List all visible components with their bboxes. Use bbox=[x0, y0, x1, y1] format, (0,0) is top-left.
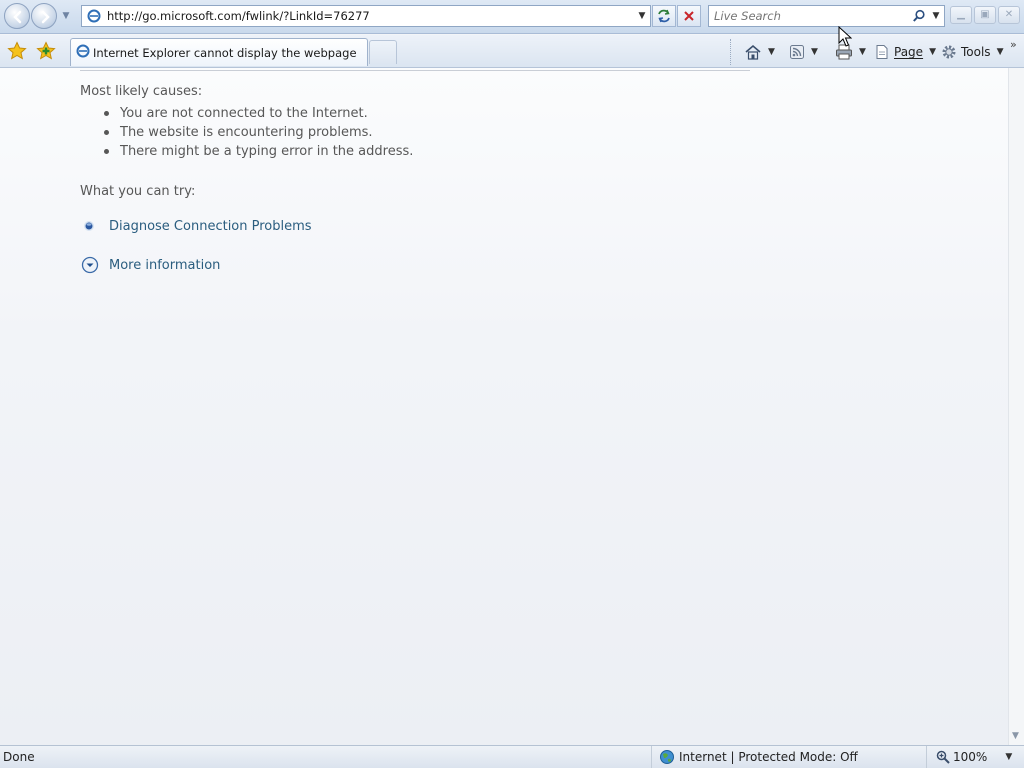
print-dropdown-icon[interactable]: ▼ bbox=[859, 47, 866, 57]
ie-page-icon bbox=[86, 8, 102, 24]
recent-pages-dropdown[interactable]: ▼ bbox=[60, 10, 72, 22]
zoom-level: 100% bbox=[953, 750, 988, 764]
command-separator bbox=[730, 39, 731, 65]
tools-dropdown-icon: ▼ bbox=[996, 47, 1004, 57]
window-controls: ▁ ▣ ✕ bbox=[950, 6, 1020, 24]
status-bar: Done Internet | Protected Mode: Off 100%… bbox=[0, 745, 1024, 768]
more-commands-chevron-icon[interactable]: » bbox=[1010, 38, 1017, 51]
home-icon bbox=[745, 44, 761, 60]
scroll-down-arrow-icon[interactable]: ▼ bbox=[1012, 731, 1019, 741]
diagnose-link-label[interactable]: Diagnose Connection Problems bbox=[109, 219, 312, 234]
list-item: There might be a typing error in the add… bbox=[104, 142, 413, 161]
url-text[interactable]: http://go.microsoft.com/fwlink/?LinkId=7… bbox=[107, 9, 634, 23]
gear-icon bbox=[942, 45, 956, 59]
refresh-button[interactable] bbox=[652, 5, 676, 27]
ie-page-icon bbox=[76, 44, 90, 61]
search-input[interactable] bbox=[709, 9, 910, 23]
try-heading: What you can try: bbox=[80, 184, 196, 199]
stop-button[interactable] bbox=[677, 5, 701, 27]
more-info-link-label[interactable]: More information bbox=[109, 258, 220, 273]
tab-active[interactable]: Internet Explorer cannot display the web… bbox=[70, 38, 368, 66]
close-button[interactable]: ✕ bbox=[998, 6, 1020, 24]
address-dropdown-icon[interactable]: ▼ bbox=[634, 11, 650, 21]
add-favorites-icon[interactable] bbox=[36, 41, 56, 61]
address-bar[interactable]: http://go.microsoft.com/fwlink/?LinkId=7… bbox=[81, 5, 651, 27]
tab-command-bar: Internet Explorer cannot display the web… bbox=[0, 35, 1024, 68]
feeds-button[interactable]: ▼ bbox=[789, 42, 818, 62]
bullet-icon bbox=[104, 130, 109, 135]
home-dropdown-icon[interactable]: ▼ bbox=[768, 47, 775, 57]
security-zone[interactable]: Internet | Protected Mode: Off bbox=[651, 746, 926, 768]
search-options-dropdown[interactable]: ▼ bbox=[928, 11, 944, 21]
navigation-bar: ▼ http://go.microsoft.com/fwlink/?LinkId… bbox=[0, 0, 1024, 34]
page-menu-button[interactable]: Page ▼ bbox=[874, 42, 936, 62]
tools-menu-label: Tools bbox=[961, 45, 991, 59]
search-box[interactable]: ▼ bbox=[708, 5, 945, 27]
bullet-icon bbox=[104, 149, 109, 154]
home-button[interactable]: ▼ bbox=[744, 42, 775, 62]
feeds-icon bbox=[790, 45, 804, 59]
stop-icon bbox=[684, 11, 694, 21]
page-icon bbox=[876, 45, 888, 59]
tab-title: Internet Explorer cannot display the web… bbox=[93, 45, 357, 60]
expand-chevron-icon bbox=[81, 256, 99, 274]
search-icon[interactable] bbox=[910, 9, 928, 23]
causes-list: You are not connected to the Internet. T… bbox=[104, 104, 413, 161]
list-item: The website is encountering problems. bbox=[104, 123, 413, 142]
new-tab-button[interactable] bbox=[369, 40, 397, 64]
maximize-button[interactable]: ▣ bbox=[974, 6, 996, 24]
bullet-icon bbox=[104, 111, 109, 116]
cause-text: There might be a typing error in the add… bbox=[120, 144, 414, 159]
refresh-icon bbox=[658, 9, 670, 23]
back-button[interactable] bbox=[4, 3, 30, 29]
globe-icon bbox=[660, 750, 674, 764]
tools-menu-button[interactable]: Tools ▼ bbox=[941, 42, 1003, 62]
zoom-control[interactable]: 100% ▼ bbox=[926, 746, 1024, 768]
zoom-dropdown-icon[interactable]: ▼ bbox=[1005, 752, 1012, 762]
zone-text: Internet | Protected Mode: Off bbox=[679, 750, 858, 764]
vertical-scrollbar[interactable]: ▼ bbox=[1008, 68, 1024, 745]
list-item: You are not connected to the Internet. bbox=[104, 104, 413, 123]
favorites-star-icon[interactable] bbox=[7, 41, 27, 61]
status-text: Done bbox=[3, 750, 35, 764]
cause-text: The website is encountering problems. bbox=[120, 125, 373, 140]
forward-arrow-icon bbox=[41, 10, 50, 24]
diagnose-connection-link[interactable]: Diagnose Connection Problems bbox=[81, 218, 312, 234]
page-dropdown-icon: ▼ bbox=[929, 47, 936, 57]
feeds-dropdown-icon[interactable]: ▼ bbox=[811, 47, 818, 57]
mouse-cursor-icon bbox=[838, 26, 852, 47]
back-arrow-icon bbox=[13, 10, 22, 24]
page-menu-label: Page bbox=[894, 45, 924, 59]
cause-text: You are not connected to the Internet. bbox=[120, 106, 368, 121]
forward-button[interactable] bbox=[31, 3, 57, 29]
page-content: Most likely causes: You are not connecte… bbox=[0, 68, 1008, 745]
content-divider bbox=[80, 70, 750, 71]
diagnose-bullet-icon bbox=[84, 221, 94, 231]
more-information-link[interactable]: More information bbox=[81, 256, 220, 274]
causes-heading: Most likely causes: bbox=[80, 84, 203, 99]
minimize-button[interactable]: ▁ bbox=[950, 6, 972, 24]
zoom-icon bbox=[936, 750, 950, 764]
